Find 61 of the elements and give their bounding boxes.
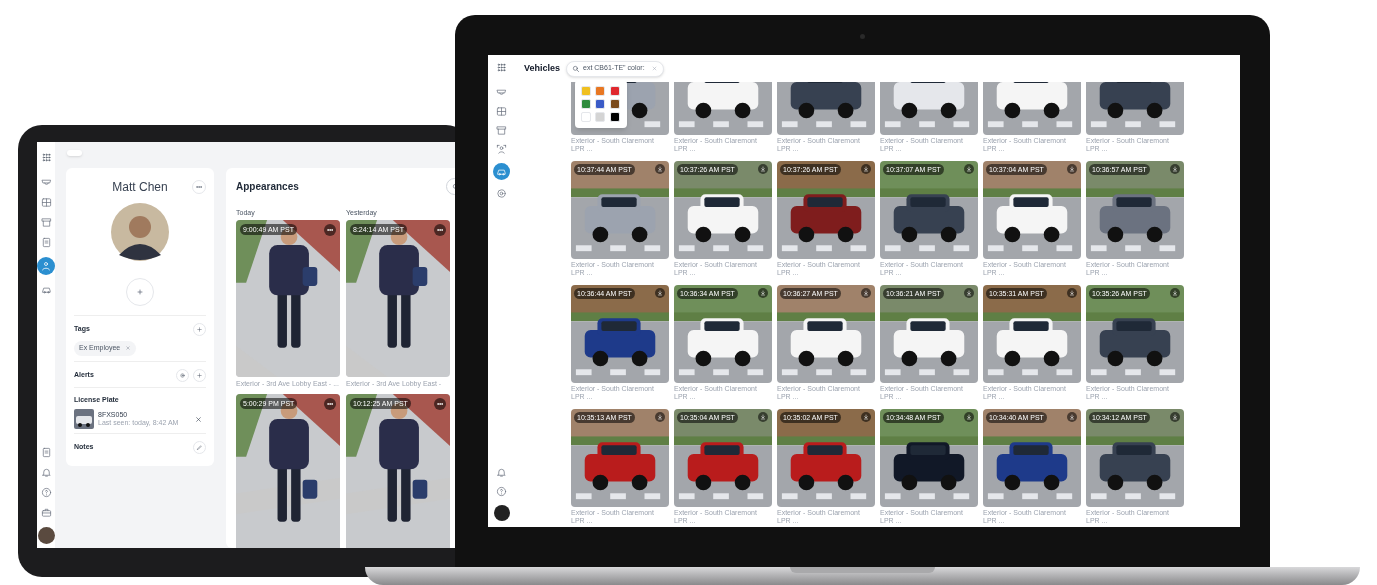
download-icon[interactable] <box>1170 164 1180 174</box>
download-icon[interactable] <box>758 412 768 422</box>
apps-icon[interactable] <box>496 62 507 73</box>
close-icon[interactable] <box>125 345 132 352</box>
download-icon[interactable] <box>758 164 768 174</box>
person-name: Matt Chen <box>112 179 168 196</box>
color-swatch[interactable] <box>581 99 591 109</box>
grid-icon[interactable] <box>496 106 507 117</box>
gear-icon[interactable] <box>496 188 507 199</box>
download-icon[interactable] <box>861 412 871 422</box>
search-icon[interactable] <box>572 64 581 73</box>
toolbox-icon[interactable] <box>40 507 52 518</box>
color-swatch[interactable] <box>581 86 591 96</box>
more-icon[interactable] <box>324 224 336 236</box>
help-icon[interactable] <box>40 487 52 498</box>
archive-icon[interactable] <box>40 217 52 228</box>
bell-icon[interactable] <box>40 467 52 478</box>
download-icon[interactable] <box>861 288 871 298</box>
more-icon[interactable] <box>434 224 446 236</box>
color-swatch[interactable] <box>581 112 591 122</box>
car-icon[interactable] <box>40 284 52 295</box>
profile-avatar <box>111 203 169 261</box>
bell-icon[interactable] <box>496 467 507 478</box>
more-icon[interactable] <box>434 398 446 410</box>
close-icon[interactable] <box>194 414 203 424</box>
grid-icon[interactable] <box>40 197 52 208</box>
person-icon[interactable] <box>37 257 55 275</box>
color-swatch[interactable] <box>609 112 620 122</box>
page-title: Vehicles <box>524 61 561 75</box>
document-icon[interactable] <box>40 447 52 458</box>
download-icon[interactable] <box>655 164 665 174</box>
download-icon[interactable] <box>861 164 871 174</box>
color-swatch[interactable] <box>595 112 606 122</box>
download-icon[interactable] <box>758 288 768 298</box>
panel-title: Appearances <box>236 180 299 194</box>
download-icon[interactable] <box>1170 412 1180 422</box>
help-icon[interactable] <box>496 486 507 497</box>
color-swatch[interactable] <box>595 99 606 109</box>
download-icon[interactable] <box>964 164 974 174</box>
avatar[interactable] <box>493 505 510 521</box>
archive-icon[interactable] <box>496 125 507 136</box>
person-scan-icon[interactable] <box>496 144 507 155</box>
download-icon[interactable] <box>964 288 974 298</box>
document-icon[interactable] <box>40 237 52 248</box>
download-icon[interactable] <box>1067 288 1077 298</box>
vehicle-thumbnail <box>74 409 94 429</box>
car-icon[interactable] <box>493 163 510 180</box>
download-icon[interactable] <box>964 412 974 422</box>
color-swatch[interactable] <box>595 86 606 96</box>
more-icon[interactable] <box>324 398 336 410</box>
download-icon[interactable] <box>655 288 665 298</box>
color-swatch[interactable] <box>609 86 620 96</box>
color-swatch[interactable] <box>609 99 620 109</box>
download-icon[interactable] <box>1067 164 1077 174</box>
apps-icon[interactable] <box>40 152 52 163</box>
camera-icon[interactable] <box>40 177 52 188</box>
download-icon[interactable] <box>1170 288 1180 298</box>
avatar[interactable] <box>37 527 55 544</box>
camera-icon[interactable] <box>496 87 507 98</box>
download-icon[interactable] <box>1067 412 1077 422</box>
download-icon[interactable] <box>655 412 665 422</box>
